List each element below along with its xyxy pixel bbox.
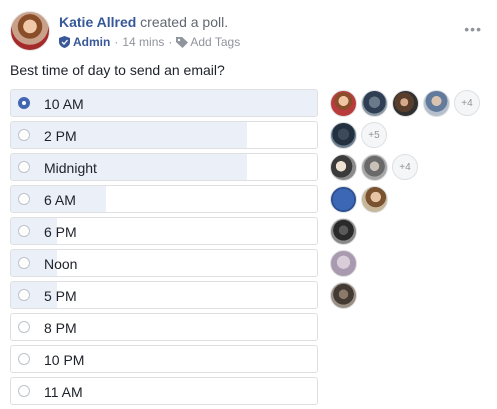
poll-option: 10 AM +4: [10, 89, 490, 121]
poll-option-button[interactable]: 8 PM: [10, 313, 318, 341]
voter-avatar[interactable]: [330, 153, 357, 181]
more-voters-count[interactable]: +5: [361, 122, 387, 148]
meta-separator: ·: [168, 35, 173, 49]
voter-avatar[interactable]: [330, 281, 357, 309]
voter-avatar[interactable]: [423, 89, 450, 117]
author-name-link[interactable]: Katie Allred: [59, 14, 136, 30]
poll-option-button[interactable]: 5 PM: [10, 281, 318, 309]
voter-avatar[interactable]: [361, 185, 388, 213]
admin-label: Admin: [73, 35, 111, 49]
poll-option: 6 AM: [10, 185, 490, 217]
poll-radio[interactable]: [18, 385, 30, 397]
poll-option-label: Midnight: [44, 160, 97, 176]
poll-option-button[interactable]: 6 AM: [10, 185, 318, 213]
author-avatar[interactable]: [10, 11, 50, 51]
poll-option: Midnight +4: [10, 153, 490, 185]
poll-radio[interactable]: [18, 353, 30, 365]
voter-avatar[interactable]: [361, 153, 388, 181]
voter-avatars: [330, 216, 361, 246]
voter-avatar[interactable]: [361, 89, 388, 117]
poll-option-label: 5 PM: [44, 288, 77, 304]
post-action-text: created a poll.: [140, 14, 229, 30]
tag-icon: [176, 36, 189, 48]
voter-avatars: [330, 280, 361, 310]
poll-radio[interactable]: [18, 193, 30, 205]
poll-options: 10 AM +4 2 PM +5 Midnight +4 6 AM 6 PM Noon 5 PM 8…: [10, 89, 490, 409]
voter-avatars: +4: [330, 88, 480, 118]
poll-option-label: Noon: [44, 256, 78, 272]
post-header: Katie Allred created a poll. Admin · 14 …: [10, 11, 490, 51]
poll-radio[interactable]: [18, 289, 30, 301]
poll-option: 10 PM: [10, 345, 490, 377]
poll-radio[interactable]: [18, 129, 30, 141]
header-title: Katie Allred created a poll.: [59, 14, 228, 30]
more-voters-count[interactable]: +4: [392, 154, 418, 180]
poll-option-button[interactable]: 2 PM: [10, 121, 318, 149]
poll-radio[interactable]: [18, 321, 30, 333]
voter-avatar[interactable]: [330, 121, 357, 149]
voter-avatars: +5: [330, 120, 387, 150]
poll-option-label: 6 PM: [44, 224, 77, 240]
poll-option-button[interactable]: Midnight: [10, 153, 318, 181]
more-options-icon[interactable]: •••: [464, 21, 482, 37]
poll-option: 6 PM: [10, 217, 490, 249]
poll-option-label: 8 PM: [44, 320, 77, 336]
poll-option-label: 10 AM: [44, 96, 84, 112]
post-time[interactable]: 14 mins: [122, 35, 164, 49]
admin-badge[interactable]: Admin: [59, 35, 110, 49]
poll-radio[interactable]: [18, 97, 30, 109]
add-tags-link[interactable]: Add Tags: [176, 35, 240, 49]
meta-separator: ·: [114, 35, 119, 49]
voter-avatars: +4: [330, 152, 418, 182]
voter-avatar[interactable]: [330, 89, 357, 117]
poll-radio[interactable]: [18, 257, 30, 269]
poll-option-label: 6 AM: [44, 192, 76, 208]
voter-avatar[interactable]: [392, 89, 419, 117]
poll-option-label: 11 AM: [44, 384, 83, 400]
shield-icon: [59, 36, 70, 48]
voter-avatar[interactable]: [330, 185, 357, 213]
poll-option: Noon: [10, 249, 490, 281]
poll-option-label: 2 PM: [44, 128, 77, 144]
poll-option: 11 AM: [10, 377, 490, 409]
poll-radio[interactable]: [18, 161, 30, 173]
poll-option-button[interactable]: 10 AM: [10, 89, 318, 117]
voter-avatar[interactable]: [330, 217, 357, 245]
poll-question: Best time of day to send an email?: [10, 62, 225, 78]
poll-option-button[interactable]: 6 PM: [10, 217, 318, 245]
poll-option-button[interactable]: 10 PM: [10, 345, 318, 373]
poll-option-label: 10 PM: [44, 352, 85, 368]
poll-option: 8 PM: [10, 313, 490, 345]
more-voters-count[interactable]: +4: [454, 90, 480, 116]
voter-avatars: [330, 184, 392, 214]
poll-option-button[interactable]: Noon: [10, 249, 318, 277]
poll-option: 5 PM: [10, 281, 490, 313]
poll-option-button[interactable]: 11 AM: [10, 377, 318, 405]
add-tags-label: Add Tags: [190, 35, 241, 49]
voter-avatars: [330, 248, 361, 278]
voter-avatar[interactable]: [330, 249, 357, 277]
poll-option: 2 PM +5: [10, 121, 490, 153]
post-meta: Admin · 14 mins · Add Tags: [59, 35, 240, 49]
poll-radio[interactable]: [18, 225, 30, 237]
